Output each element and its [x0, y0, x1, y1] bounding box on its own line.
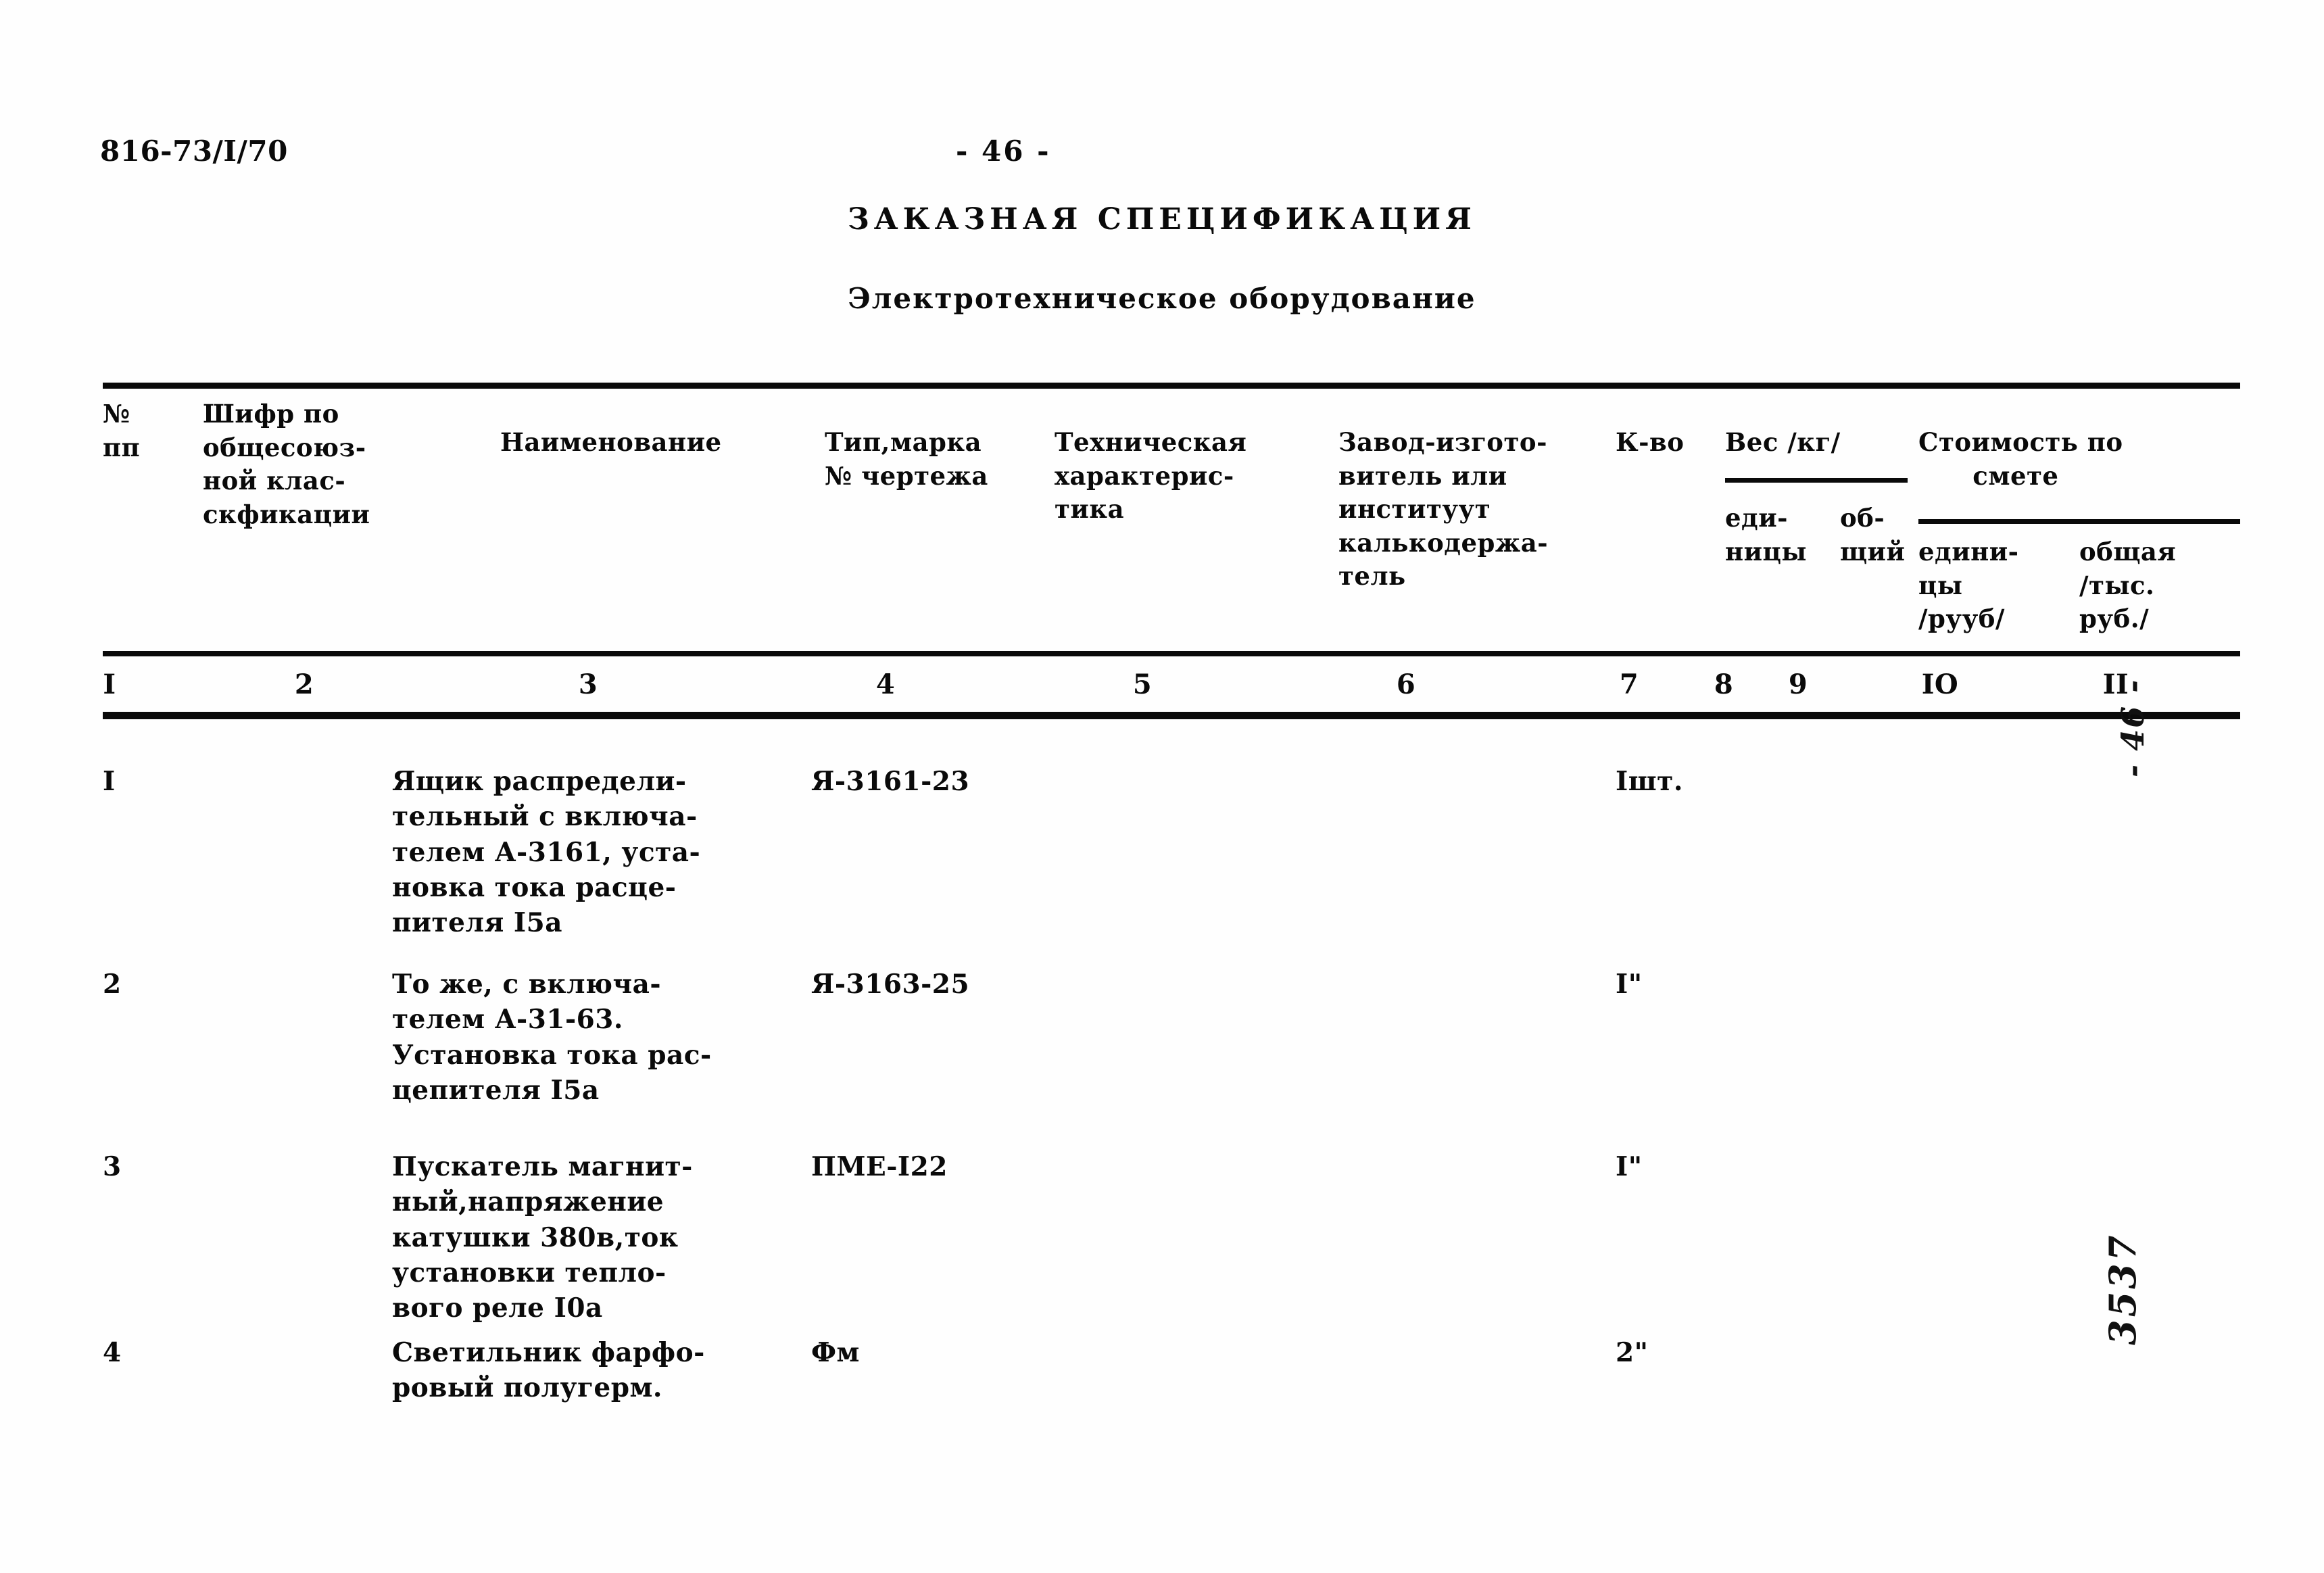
header-type: Тип,марка № чертежа — [825, 427, 988, 491]
header-cost-unit: едини- цы /рууб/ — [1918, 537, 2019, 634]
column-number-3: 3 — [578, 669, 598, 700]
header-name: Наименование — [500, 427, 722, 457]
page-title: ЗАКАЗНАЯ СПЕЦИФИКАЦИЯ — [848, 202, 1476, 237]
column-number-8: 8 — [1714, 669, 1734, 700]
row-3-name: Пускатель магнит- ный,напряжение катушки… — [392, 1151, 693, 1324]
row-2-name: То же, с включа- телем А-31-63. Установк… — [392, 969, 712, 1106]
header-no: № пп — [103, 399, 141, 462]
row-3-number: 3 — [103, 1151, 122, 1182]
table-rule-bottom — [103, 712, 2240, 719]
header-weight: Вес /кг/ — [1725, 427, 1841, 457]
page-subtitle: Электротехническое оборудование — [848, 282, 1476, 315]
column-number-4: 4 — [875, 669, 896, 700]
row-4-number: 4 — [103, 1337, 122, 1368]
row-2-quantity: I" — [1616, 969, 1643, 1000]
header-cipher: Шифр по общесоюз- ной клас- скфикации — [203, 399, 370, 529]
row-1-name: Ящик распредели- тельный с включа- телем… — [392, 766, 701, 938]
weight-header-rule — [1725, 478, 1908, 483]
page-number: - 46 - — [956, 135, 1051, 168]
row-4-type: Фм — [811, 1337, 860, 1368]
handwritten-archive-id: 3537 — [2101, 1232, 2144, 1345]
table-rule-middle — [103, 651, 2240, 656]
document-page: 816-73/I/70 - 46 - ЗАКАЗНАЯ СПЕЦИФИКАЦИЯ… — [0, 0, 2324, 1573]
row-3-quantity: I" — [1616, 1151, 1643, 1182]
row-1-number: I — [103, 766, 116, 797]
document-code: 816-73/I/70 — [100, 135, 288, 168]
row-4-quantity: 2" — [1616, 1337, 1649, 1368]
header-cost-total: общая /тыс. руб./ — [2079, 537, 2177, 634]
row-2-number: 2 — [103, 969, 122, 1000]
row-2-type: Я-3163-25 — [811, 969, 970, 1000]
header-cost: Стоимость по смете — [1918, 427, 2123, 491]
table-rule-top — [103, 383, 2240, 389]
column-number-7: 7 — [1619, 669, 1639, 700]
column-number-10: IO — [1921, 669, 1959, 700]
column-number-2: 2 — [294, 669, 314, 700]
column-number-5: 5 — [1132, 669, 1153, 700]
row-3-type: ПМЕ-I22 — [811, 1151, 948, 1182]
header-factory: Завод-изгото- витель или институут кальк… — [1338, 427, 1549, 591]
column-number-9: 9 — [1788, 669, 1808, 700]
header-tech: Техническая характерис- тика — [1055, 427, 1247, 525]
row-1-quantity: Iшт. — [1616, 766, 1683, 797]
cost-header-rule — [1918, 519, 2240, 524]
header-weight-unit: еди- ницы — [1725, 503, 1807, 566]
handwritten-page-note: - 46 - — [2114, 678, 2151, 777]
column-number-1: I — [103, 669, 116, 700]
row-1-type: Я-3161-23 — [811, 766, 970, 797]
column-number-6: 6 — [1396, 669, 1416, 700]
row-4-name: Светильник фарфо- ровый полугерм. — [392, 1337, 705, 1404]
